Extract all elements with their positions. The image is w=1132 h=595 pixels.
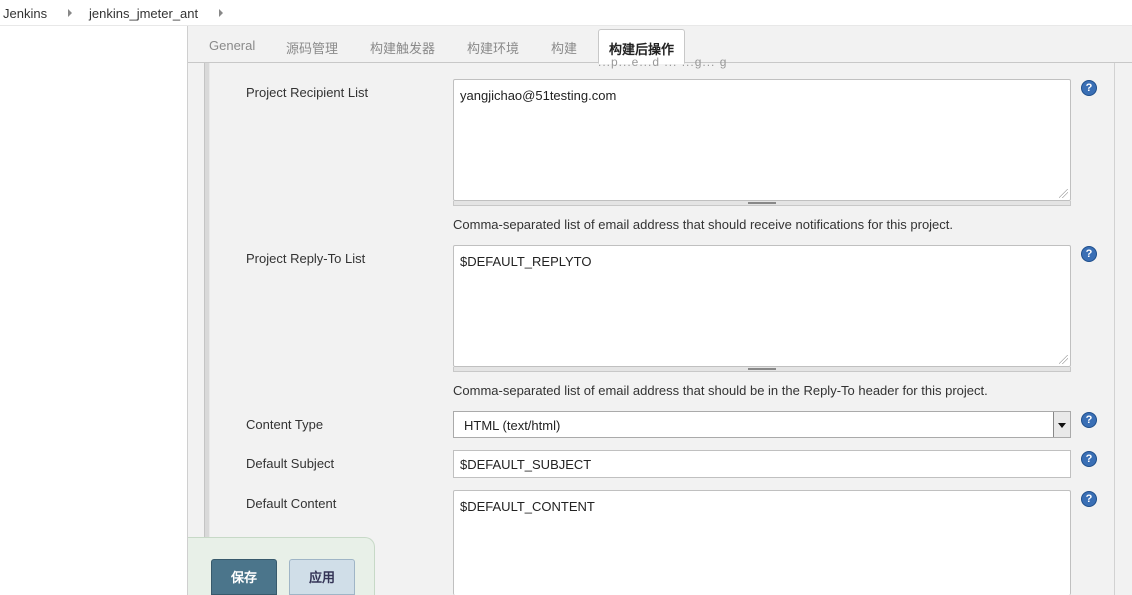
recipient-description: Comma-separated list of email address th… [453,217,954,232]
reply-to-label: Project Reply-To List [246,251,366,266]
content-textarea[interactable]: $DEFAULT_CONTENT [453,490,1071,595]
resize-grip-icon[interactable] [1059,355,1068,364]
subject-input[interactable]: $DEFAULT_SUBJECT [453,450,1071,478]
drag-handle-icon[interactable] [748,368,776,370]
clipped-description: ...p...e...d ... ...g... g [598,55,728,69]
tab-build-triggers[interactable]: 构建触发器 [370,38,435,57]
subject-value: $DEFAULT_SUBJECT [460,457,592,472]
tab-general[interactable]: General [209,38,255,53]
recipient-textarea[interactable]: yangjichao@51testing.com [453,79,1071,201]
recipient-resize-bar[interactable] [453,201,1071,206]
content-label: Default Content [246,496,337,511]
help-icon[interactable]: ? [1081,412,1097,428]
tab-source-code[interactable]: 源码管理 [286,38,338,57]
breadcrumb-separator-icon[interactable] [219,9,223,17]
reply-to-value: $DEFAULT_REPLYTO [460,254,592,269]
save-button[interactable]: 保存 [211,559,277,595]
tab-build-environment[interactable]: 构建环境 [467,38,519,57]
content-type-value: HTML (text/html) [464,418,561,433]
breadcrumb-separator-icon[interactable] [68,9,72,17]
chevron-down-icon[interactable] [1053,412,1070,437]
content-type-label: Content Type [246,417,324,432]
section-rail [204,63,210,595]
reply-to-resize-bar[interactable] [453,367,1071,372]
help-icon[interactable]: ? [1081,451,1097,467]
subject-label: Default Subject [246,456,335,471]
section-border [1114,63,1115,595]
reply-to-textarea[interactable]: $DEFAULT_REPLYTO [453,245,1071,367]
breadcrumb-job[interactable]: jenkins_jmeter_ant [89,6,198,21]
content-value: $DEFAULT_CONTENT [460,499,595,514]
drag-handle-icon[interactable] [748,202,776,204]
help-icon[interactable]: ? [1081,491,1097,507]
help-icon[interactable]: ? [1081,80,1097,96]
breadcrumb: Jenkins jenkins_jmeter_ant [0,0,1132,26]
recipient-value: yangjichao@51testing.com [460,88,617,103]
content-type-select[interactable]: HTML (text/html) [453,411,1071,438]
reply-to-description: Comma-separated list of email address th… [453,383,988,398]
apply-button[interactable]: 应用 [289,559,355,595]
help-icon[interactable]: ? [1081,246,1097,262]
tab-build[interactable]: 构建 [551,38,577,57]
breadcrumb-jenkins[interactable]: Jenkins [3,6,47,21]
resize-grip-icon[interactable] [1059,189,1068,198]
recipient-label: Project Recipient List [246,85,369,100]
